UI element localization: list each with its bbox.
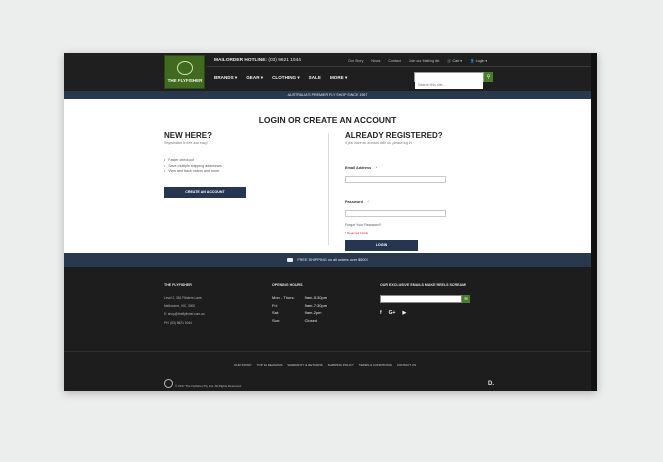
- header-divider: [207, 66, 591, 67]
- hours-time: Closed: [304, 317, 318, 323]
- footer-link-contact[interactable]: CONTACT US: [397, 363, 416, 367]
- footer-links: OUR STORY TOP 10 REASONS WARRANTY & RETU…: [234, 363, 416, 367]
- registered-subtitle: If you have an account with us, please l…: [345, 141, 413, 145]
- footer-logo-icon: [164, 379, 173, 388]
- hours-table: Mon - Thurs: 9am-5:30pm Fri: 9am-7:30pm Sa…: [272, 294, 337, 324]
- table-row: Sat: 9am-2pm: [272, 309, 337, 317]
- browser-page: THE FLYFISHER MAILORDER HOTLINE: (03) 96…: [64, 53, 597, 391]
- newsletter-email-input[interactable]: [380, 295, 462, 303]
- social-links: f G+ ▶: [380, 310, 406, 316]
- hours-time: 9am-2pm: [304, 310, 322, 315]
- google-plus-icon[interactable]: G+: [389, 310, 396, 316]
- free-shipping-bar: FREE SHIPPING on all orders over $500!: [64, 253, 591, 267]
- mail-icon: ✉: [464, 296, 468, 301]
- hours-day: Sat:: [272, 310, 280, 315]
- login-label: Login: [475, 59, 485, 63]
- facebook-icon[interactable]: f: [380, 310, 382, 316]
- footer-hours: OPENING HOURS Mon - Thurs: 9am-5:30pm Fri…: [272, 283, 337, 324]
- main-nav: BRANDS ▾ GEAR ▾ CLOTHING ▾ SALE MORE ▾: [214, 75, 347, 81]
- login-section: ALREADY REGISTERED? If you have an accou…: [345, 131, 495, 251]
- required-star: *: [375, 166, 378, 170]
- site-logo[interactable]: THE FLYFISHER: [164, 55, 205, 89]
- hours-time: 9am-5:30pm: [304, 295, 328, 300]
- truck-icon: [287, 258, 294, 262]
- site-header: THE FLYFISHER MAILORDER HOTLINE: (03) 96…: [64, 53, 591, 91]
- footer-link-our-story[interactable]: OUR STORY: [234, 363, 252, 367]
- mailorder-hotline: MAILORDER HOTLINE: (03) 9621 1044: [214, 58, 301, 63]
- benefits-list: Faster checkout Save multiple shipping a…: [164, 158, 344, 175]
- newsletter-submit-button[interactable]: ✉: [462, 295, 470, 303]
- search-button[interactable]: ⚲: [484, 72, 493, 82]
- search-icon: ⚲: [486, 74, 491, 80]
- youtube-icon[interactable]: ▶: [402, 310, 406, 316]
- copyright: © 2017 The Flyfisher Pty Ltd. All Rights…: [175, 384, 242, 388]
- cart-login: 🛒 Cart ▾ 👤 Login ▾: [447, 59, 487, 63]
- footer-link-top-10[interactable]: TOP 10 REASONS: [257, 363, 283, 367]
- email-label: Email Address: [345, 166, 372, 170]
- hours-day: Mon - Thurs:: [272, 295, 295, 300]
- tagline-banner: AUSTRALIA'S PREMIER FLY SHOP SINCE 1967: [64, 91, 591, 99]
- hotline-label: MAILORDER HOTLINE:: [214, 58, 268, 63]
- hours-day: Sun:: [272, 317, 281, 323]
- footer-link-warranty[interactable]: WARRANTY & RETURNS: [287, 363, 322, 367]
- cart-label: Cart: [452, 59, 460, 63]
- column-divider: [328, 133, 329, 245]
- password-group: Password *: [345, 190, 495, 226]
- search-box: [414, 72, 484, 89]
- hours-time: 9am-7:30pm: [304, 302, 328, 308]
- table-row: Sun: Closed: [272, 317, 337, 325]
- address-line: Level 2, 381 Flinders Lane,: [164, 296, 203, 300]
- email-link[interactable]: E: shop@theflyfisher.com.au: [164, 310, 205, 318]
- toplink-mailing-list[interactable]: Join our Mailing list: [409, 59, 440, 63]
- footer-link-terms[interactable]: TERMS & CONDITIONS: [359, 363, 392, 367]
- nav-sale[interactable]: SALE: [309, 75, 321, 81]
- password-label: Password: [345, 200, 363, 204]
- agency-badge[interactable]: D.: [488, 381, 494, 387]
- browser-edge: [591, 53, 597, 391]
- nav-gear[interactable]: GEAR ▾: [246, 75, 263, 81]
- page-title: LOGIN OR CREATE AN ACCOUNT: [258, 115, 397, 125]
- hours-day: Fri:: [272, 302, 278, 308]
- hotline-number[interactable]: (03) 9621 1044: [268, 58, 301, 63]
- nav-brands[interactable]: BRANDS ▾: [214, 75, 237, 81]
- footer-address: THE FLYFISHER Level 2, 381 Flinders Lane…: [164, 283, 205, 327]
- password-field-wrap: [345, 210, 446, 226]
- fish-logo-icon: [177, 61, 193, 75]
- footer-link-shipping[interactable]: SHIPPING POLICY: [328, 363, 354, 367]
- login-link[interactable]: 👤 Login ▾: [470, 59, 487, 63]
- logo-text: THE FLYFISHER: [167, 78, 203, 83]
- cart-link[interactable]: 🛒 Cart ▾: [447, 59, 462, 63]
- required-star: *: [367, 200, 369, 204]
- email-group: Email Address *: [345, 156, 495, 192]
- opening-hours-title: OPENING HOURS: [272, 283, 303, 287]
- create-account-button[interactable]: CREATE AN ACCOUNT: [164, 186, 246, 198]
- table-row: Mon - Thurs: 9am-5:30pm: [272, 294, 337, 302]
- new-here-section: NEW HERE? Registration is free and easy!…: [164, 131, 344, 198]
- table-row: Fri: 9am-7:30pm: [272, 302, 337, 310]
- search-input[interactable]: [415, 81, 483, 89]
- footer-company-title: THE FLYFISHER: [164, 283, 192, 287]
- top-links: Our Story News Contact Join our Mailing …: [348, 59, 439, 63]
- site-footer: THE FLYFISHER Level 2, 381 Flinders Lane…: [64, 267, 591, 391]
- toplink-news[interactable]: News: [371, 59, 380, 63]
- new-here-title: NEW HERE?: [164, 131, 212, 140]
- list-item: View and track orders and more: [164, 169, 344, 175]
- required-fields-note: * Required Fields: [345, 231, 369, 235]
- phone-link[interactable]: PH: (03) 9621 1044: [164, 319, 205, 327]
- nav-more[interactable]: MORE ▾: [330, 75, 347, 81]
- toplink-contact[interactable]: Contact: [388, 59, 400, 63]
- registered-title: ALREADY REGISTERED?: [345, 131, 443, 140]
- nav-clothing[interactable]: CLOTHING ▾: [272, 75, 300, 81]
- toplink-our-story[interactable]: Our Story: [348, 59, 363, 63]
- footer-newsletter: OUR EXCLUSIVE EMAILS MAKE REELS SCREAM!: [380, 283, 466, 294]
- login-button[interactable]: LOGIN: [345, 240, 418, 251]
- footer-divider: [64, 351, 591, 352]
- new-here-subtitle: Registration is free and easy!: [164, 141, 208, 145]
- email-field-wrap: [345, 176, 446, 192]
- free-shipping-text: FREE SHIPPING on all orders over $500!: [297, 258, 368, 262]
- newsletter-title: OUR EXCLUSIVE EMAILS MAKE REELS SCREAM!: [380, 283, 467, 287]
- address-line: Melbourne, VIC, 3000: [164, 304, 196, 309]
